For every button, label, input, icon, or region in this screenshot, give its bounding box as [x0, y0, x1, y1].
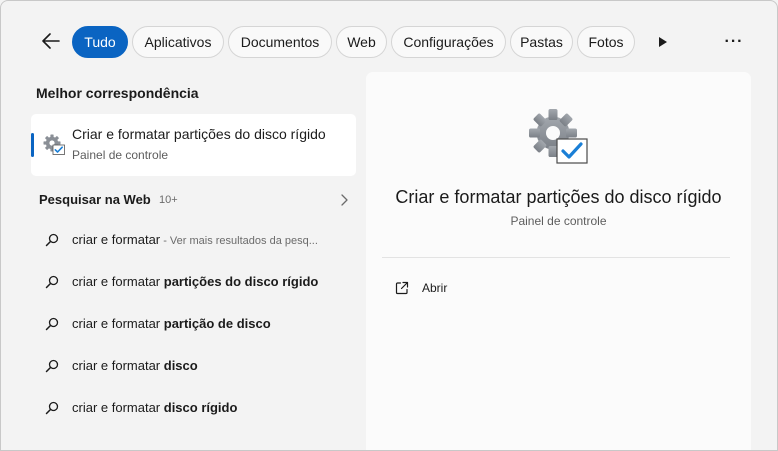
- settings-gear-check-icon: [529, 109, 588, 164]
- web-suggestion[interactable]: criar e formatar partição de disco: [31, 307, 356, 341]
- filter-tab-all[interactable]: Tudo: [72, 26, 128, 58]
- ellipsis-icon: ···: [724, 33, 744, 50]
- web-search-count: 10+: [159, 194, 178, 206]
- suggestion-text: criar e formatar - Ver mais resultados d…: [72, 232, 318, 247]
- filter-tab-apps[interactable]: Aplicativos: [132, 26, 224, 58]
- preview-subtitle: Painel de controle: [510, 214, 607, 228]
- back-button[interactable]: [35, 25, 67, 57]
- search-icon: [45, 359, 59, 373]
- open-label: Abrir: [422, 281, 448, 295]
- selection-indicator: [31, 133, 34, 157]
- search-icon: [45, 401, 59, 415]
- settings-gear-check-icon: [43, 134, 65, 155]
- suggestion-text: criar e formatar disco: [72, 358, 198, 373]
- filter-tab-photos[interactable]: Fotos: [577, 26, 635, 58]
- divider: [382, 257, 730, 258]
- play-right-icon: [659, 37, 667, 47]
- web-suggestion[interactable]: criar e formatar disco rígido: [31, 391, 356, 425]
- search-icon: [45, 317, 59, 331]
- web-suggestion[interactable]: criar e formatar - Ver mais resultados d…: [31, 223, 356, 257]
- suggestion-text: criar e formatar disco rígido: [72, 400, 238, 415]
- web-search-header[interactable]: Pesquisar na Web 10+: [39, 191, 355, 209]
- preview-panel: Criar e formatar partições do disco rígi…: [366, 72, 751, 450]
- suggestion-text: criar e formatar partições do disco rígi…: [72, 274, 319, 289]
- filter-tab-settings[interactable]: Configurações: [391, 26, 506, 58]
- preview-title: Criar e formatar partições do disco rígi…: [395, 187, 722, 207]
- filter-tab-folders[interactable]: Pastas: [510, 26, 573, 58]
- search-icon: [45, 233, 59, 247]
- filter-tab-documents[interactable]: Documentos: [228, 26, 332, 58]
- best-match-subtitle: Painel de controle: [72, 148, 169, 162]
- best-match-title: Criar e formatar partições do disco rígi…: [72, 126, 326, 142]
- best-match-result[interactable]: Criar e formatar partições do disco rígi…: [31, 114, 356, 176]
- arrow-left-icon: [42, 33, 60, 49]
- filter-bar: Tudo Aplicativos Documentos Web Configur…: [1, 23, 777, 59]
- search-icon: [45, 275, 59, 289]
- search-window: Tudo Aplicativos Documentos Web Configur…: [0, 0, 778, 451]
- web-suggestion[interactable]: criar e formatar partições do disco rígi…: [31, 265, 356, 299]
- web-search-title: Pesquisar na Web: [39, 192, 151, 207]
- suggestion-text: criar e formatar partição de disco: [72, 316, 271, 331]
- more-filters-button[interactable]: [653, 32, 673, 52]
- open-action[interactable]: Abrir: [382, 274, 582, 302]
- filter-tab-web[interactable]: Web: [336, 26, 387, 58]
- open-external-icon: [395, 281, 409, 295]
- web-suggestion[interactable]: criar e formatar disco: [31, 349, 356, 383]
- chevron-right-icon: [341, 194, 348, 206]
- best-match-heading: Melhor correspondência: [36, 85, 199, 101]
- options-menu-button[interactable]: ···: [719, 29, 749, 55]
